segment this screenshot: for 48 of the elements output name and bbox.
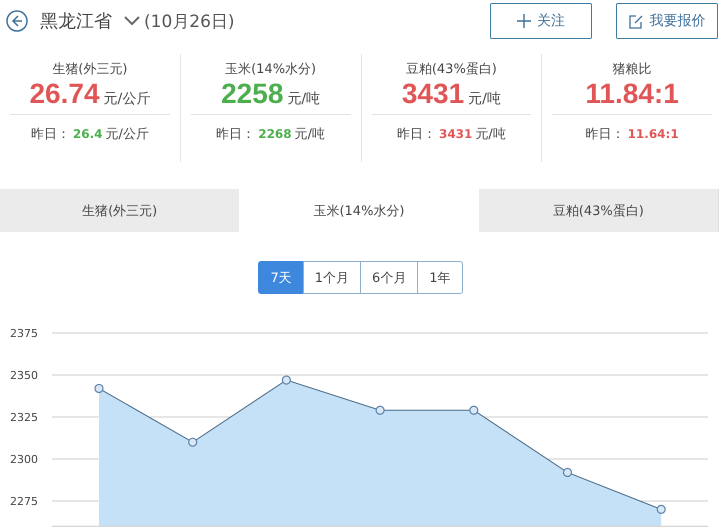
axis-label: 2300: [10, 453, 38, 466]
price-label: 玉米(14%水分): [225, 61, 316, 78]
range-button[interactable]: 1年: [417, 261, 463, 294]
region-title: 黑龙江省: [40, 10, 112, 33]
yesterday-unit: 元/吨: [475, 126, 506, 143]
axis-label: 2350: [10, 369, 38, 382]
data-point: [282, 375, 291, 385]
range-button[interactable]: 7天: [258, 261, 304, 294]
yesterday-unit: 元/吨: [294, 126, 326, 143]
yesterday-value: 2268: [258, 127, 292, 141]
range-button[interactable]: 1个月: [302, 261, 361, 294]
axis-label: 2325: [10, 411, 38, 424]
axis-label: 2375: [10, 327, 38, 340]
range-button[interactable]: 6个月: [360, 261, 418, 294]
data-point: [376, 406, 385, 415]
data-point: [469, 406, 478, 415]
yesterday-unit: 元/公斤: [105, 126, 149, 143]
commodity-tab[interactable]: 豆粕(43%蛋白): [478, 189, 718, 232]
data-point: [656, 504, 666, 514]
edit-icon: [628, 14, 644, 28]
axis-label: 2275: [10, 495, 38, 508]
yesterday-label: 昨日：: [30, 126, 70, 143]
plus-icon: [517, 14, 531, 28]
follow-button[interactable]: 关注: [490, 3, 592, 39]
price-value: 26.74: [29, 78, 100, 110]
price-label: 豆粕(43%蛋白): [406, 61, 497, 78]
yesterday-value: 11.64:1: [628, 127, 679, 141]
chevron-down-icon[interactable]: [124, 15, 140, 27]
yesterday-value: 26.4: [72, 127, 102, 141]
price-value: 3431: [402, 78, 464, 110]
data-point: [94, 384, 104, 394]
data-point: [562, 468, 572, 478]
yesterday-label: 昨日：: [586, 126, 625, 143]
date-label: (10月26日): [144, 10, 235, 32]
price-label: 猪粮比: [612, 61, 652, 78]
yesterday-label: 昨日：: [396, 126, 436, 143]
price-value: 2258: [221, 78, 284, 110]
price-unit: 元/吨: [287, 90, 320, 108]
yesterday-value: 3431: [438, 127, 472, 141]
price-unit: 元/公斤: [104, 90, 150, 108]
commodity-tab[interactable]: 生猪(外三元): [0, 189, 240, 232]
yesterday-label: 昨日：: [216, 126, 256, 143]
data-point: [188, 438, 198, 447]
back-icon[interactable]: [6, 10, 28, 32]
price-label: 生猪(外三元): [52, 61, 128, 78]
quote-button[interactable]: 我要报价: [616, 3, 718, 39]
price-value: 11.84:1: [585, 78, 679, 110]
price-unit: 元/吨: [468, 90, 501, 108]
